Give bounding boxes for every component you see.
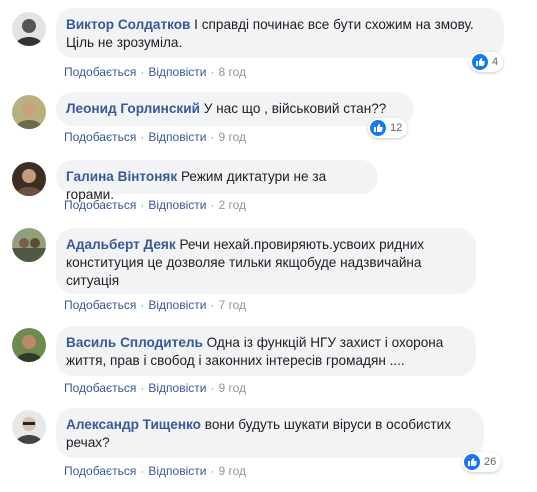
like-icon (370, 120, 386, 136)
reply-button[interactable]: Відповісти (148, 298, 206, 312)
avatar[interactable] (12, 328, 46, 362)
avatar[interactable] (12, 95, 46, 129)
avatar[interactable] (12, 12, 46, 46)
separator: · (210, 130, 215, 144)
reply-button[interactable]: Відповісти (148, 198, 206, 212)
reply-button[interactable]: Відповісти (148, 464, 206, 478)
reaction-count: 12 (390, 122, 403, 134)
like-button[interactable]: Подобається (64, 65, 136, 79)
like-icon (464, 454, 480, 470)
comment-actions: Подобається · Відповісти · 9 год (64, 463, 246, 479)
like-button[interactable]: Подобається (64, 130, 136, 144)
like-button[interactable]: Подобається (64, 464, 136, 478)
separator: · (210, 198, 215, 212)
separator: · (210, 381, 215, 395)
reply-button[interactable]: Відповісти (148, 381, 206, 395)
avatar[interactable] (12, 162, 46, 196)
comment-author[interactable]: Галина Вінтоняк (66, 169, 177, 184)
comment-actions: Подобається · Відповісти · 2 год (64, 197, 246, 213)
separator: · (140, 198, 145, 212)
comment-bubble: Василь Сплодитель Одна із функцій НГУ за… (56, 326, 476, 376)
reaction-summary[interactable]: 4 (470, 52, 504, 72)
comment-time[interactable]: 9 год (218, 381, 246, 395)
comment-author[interactable]: Леонид Горлинский (66, 101, 200, 116)
comment-bubble: Галина Вінтоняк Режим диктатури не за го… (56, 160, 378, 202)
like-button[interactable]: Подобається (64, 381, 136, 395)
reaction-count: 26 (484, 456, 497, 468)
avatar[interactable] (12, 410, 46, 444)
avatar[interactable] (12, 228, 46, 262)
like-icon (472, 54, 488, 70)
comment-actions: Подобається · Відповісти · 8 год (64, 64, 246, 80)
avatar-image (12, 95, 46, 129)
comment-author[interactable]: Александр Тищенко (66, 417, 201, 432)
comment-actions: Подобається · Відповісти · 7 год (64, 297, 246, 313)
like-button[interactable]: Подобається (64, 298, 136, 312)
comment-bubble: Адальберт Деяк Речи нехай.провиряють.усв… (56, 228, 476, 294)
comment-bubble: Леонид Горлинский У нас що , військовий … (56, 92, 414, 126)
comment-time[interactable]: 2 год (218, 198, 246, 212)
like-button[interactable]: Подобається (64, 198, 136, 212)
comment-bubble: Александр Тищенко вони будуть шукати вір… (56, 408, 484, 458)
comment-author[interactable]: Виктор Солдатков (66, 17, 190, 32)
separator: · (140, 130, 145, 144)
reaction-count: 4 (492, 56, 499, 68)
comment-bubble: Виктор Солдатков І справді починає все б… (56, 8, 504, 58)
separator: · (140, 298, 145, 312)
comment-author[interactable]: Адальберт Деяк (66, 237, 176, 252)
comment-author[interactable]: Василь Сплодитель (66, 335, 203, 350)
comment-time[interactable]: 7 год (218, 298, 246, 312)
comment-text: У нас що , військовий стан?? (203, 101, 387, 116)
reply-button[interactable]: Відповісти (148, 130, 206, 144)
comment-actions: Подобається · Відповісти · 9 год (64, 380, 246, 396)
separator: · (210, 464, 215, 478)
comment-time[interactable]: 8 год (218, 65, 246, 79)
avatar-image (12, 410, 46, 444)
avatar-image (12, 162, 46, 196)
comment-time[interactable]: 9 год (218, 464, 246, 478)
reaction-summary[interactable]: 26 (462, 452, 502, 472)
avatar-image (12, 12, 46, 46)
separator: · (140, 381, 145, 395)
avatar-image (12, 228, 46, 262)
avatar-image (12, 328, 46, 362)
reply-button[interactable]: Відповісти (148, 65, 206, 79)
separator: · (140, 464, 145, 478)
separator: · (140, 65, 145, 79)
reaction-summary[interactable]: 12 (368, 118, 408, 138)
separator: · (210, 298, 215, 312)
separator: · (210, 65, 215, 79)
comment-actions: Подобається · Відповісти · 9 год (64, 129, 246, 145)
comment-time[interactable]: 9 год (218, 130, 246, 144)
